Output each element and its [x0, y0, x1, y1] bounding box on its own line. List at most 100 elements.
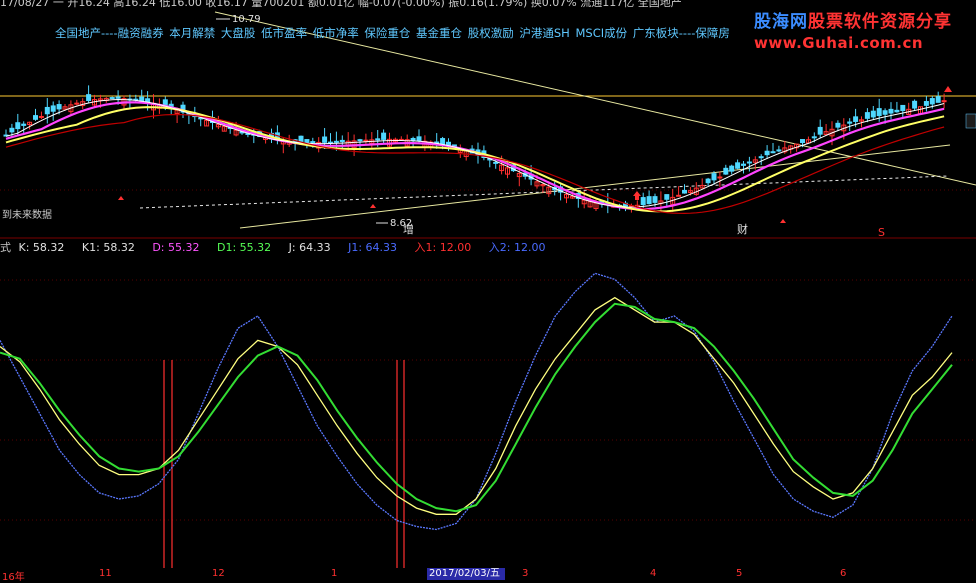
indicator-value-entry1: 入1: 12.00 — [414, 241, 472, 254]
candle-body — [44, 106, 50, 115]
date-tick: 4 — [650, 568, 657, 579]
series-line-k — [0, 296, 953, 515]
block-menu: 全国地产----融资融券 本月解禁 大盘股 低市盈率 低市净率 保险重仓 基金重… — [55, 25, 732, 41]
indicator-value-j: J: 64.33 — [288, 241, 331, 254]
menu-item[interactable]: 沪港通SH — [519, 26, 569, 40]
candle-body — [770, 151, 776, 154]
candle-body — [835, 122, 841, 128]
candle-body — [493, 161, 499, 164]
entry-signal-bars — [163, 360, 405, 568]
logo-slogan: 股票软件资源分享 — [808, 12, 952, 32]
candle-body — [882, 110, 888, 115]
candle-body — [676, 194, 682, 197]
candle-body — [646, 196, 652, 205]
candle-body — [870, 110, 876, 118]
indicator-value-j1: J1: 64.33 — [348, 241, 398, 254]
menu-item[interactable]: MSCI成份 — [575, 26, 627, 40]
candle-body — [440, 138, 446, 145]
buy-arrow-icon — [633, 191, 641, 200]
candle-body — [339, 139, 345, 143]
series-line-d1 — [0, 302, 953, 513]
menu-item[interactable]: 大盘股 — [221, 26, 256, 40]
candle-body — [375, 138, 381, 141]
candle-body — [86, 94, 92, 102]
price-grid — [0, 95, 976, 191]
buy-arrow-icon — [780, 219, 786, 223]
menu-item[interactable]: 基金重仓 — [416, 26, 462, 40]
moving-average-lines — [5, 98, 945, 215]
buy-arrow-icon — [118, 196, 124, 200]
menu-item[interactable]: 保险重仓 — [364, 26, 410, 40]
candle-body — [723, 167, 729, 175]
candle-body — [929, 98, 935, 105]
candle-body — [900, 104, 906, 112]
candle-body — [416, 136, 422, 142]
candle-body — [322, 136, 328, 143]
menu-item[interactable]: 全国地产----融资融券 — [55, 26, 164, 40]
candle-body — [912, 100, 918, 109]
candle-body — [735, 162, 741, 169]
buy-arrow-icon — [370, 204, 376, 208]
date-tick: 12 — [212, 568, 225, 579]
date-tick: 6 — [840, 568, 847, 579]
candle-body — [811, 136, 817, 139]
candle-body — [876, 108, 882, 117]
marker-zeng: 增 — [403, 222, 414, 236]
candle-body — [21, 123, 27, 126]
ma-yellow-line — [5, 106, 945, 213]
menu-item[interactable]: 低市盈率 — [261, 26, 307, 40]
right-value-box — [965, 113, 976, 129]
signal-arrows — [118, 86, 952, 223]
candle-body — [717, 176, 723, 179]
candle-body — [705, 178, 711, 184]
indicator-value-d: D: 55.32 — [152, 241, 200, 254]
candle-body — [847, 121, 853, 124]
ma-white-line — [5, 98, 945, 208]
selected-date-box[interactable]: 2017/02/03/五 — [427, 568, 505, 580]
stock-chart[interactable]: 10.79 8.62 到未来数据 9 增 财 S — [0, 0, 976, 580]
candle-body — [15, 122, 21, 130]
candle-body — [38, 115, 44, 118]
candlestick-series — [3, 85, 947, 214]
indicator-value-d1: D1: 55.32 — [217, 241, 272, 254]
indicator-value-k1: K1: 58.32 — [81, 241, 135, 254]
candle-body — [746, 161, 752, 164]
indicator-value-k: K: 58.32 — [18, 241, 65, 254]
candle-body — [381, 132, 387, 140]
ma-purple-line — [5, 101, 945, 211]
candle-body — [640, 197, 646, 206]
menu-item[interactable]: 广东板块----保障房 — [633, 26, 730, 40]
candle-body — [888, 108, 894, 114]
site-logo: 股海网股票软件资源分享 www.Guhai.com.cn — [754, 7, 972, 52]
indicator-value-entry2: 入2: 12.00 — [488, 241, 546, 254]
candle-body — [776, 149, 782, 152]
series-line-j1 — [0, 272, 953, 531]
logo-url: www.Guhai.com.cn — [754, 34, 924, 52]
marker-cai: 财 — [737, 222, 748, 236]
candle-body — [56, 104, 62, 110]
candle-body — [33, 115, 38, 120]
candle-body — [864, 112, 870, 119]
candle-body — [758, 156, 764, 159]
menu-item[interactable]: 本月解禁 — [169, 26, 215, 40]
menu-item[interactable]: 低市净率 — [313, 26, 359, 40]
candle-body — [50, 105, 56, 112]
marker-s: S — [878, 226, 885, 239]
candle-body — [333, 140, 339, 143]
candle-body — [682, 189, 687, 194]
logo-brand: 股海网 — [754, 12, 808, 32]
quote-info-line: 17/08/27 一 开16.24 高16.24 低16.00 收16.17 量… — [0, 0, 682, 9]
buy-arrow-icon — [944, 86, 952, 92]
candle-body — [800, 139, 805, 144]
candle-body — [935, 96, 941, 103]
kdj-lines — [0, 272, 953, 531]
indicator-prefix: 式 — [0, 241, 11, 254]
date-tick: 11 — [99, 568, 112, 579]
date-tick: 3 — [522, 568, 529, 579]
candle-body — [109, 97, 115, 100]
candle-body — [9, 127, 15, 133]
candle-body — [139, 96, 145, 102]
menu-item[interactable]: 股权激励 — [468, 26, 514, 40]
indicator-grid — [0, 279, 976, 521]
candle-body — [410, 137, 416, 141]
